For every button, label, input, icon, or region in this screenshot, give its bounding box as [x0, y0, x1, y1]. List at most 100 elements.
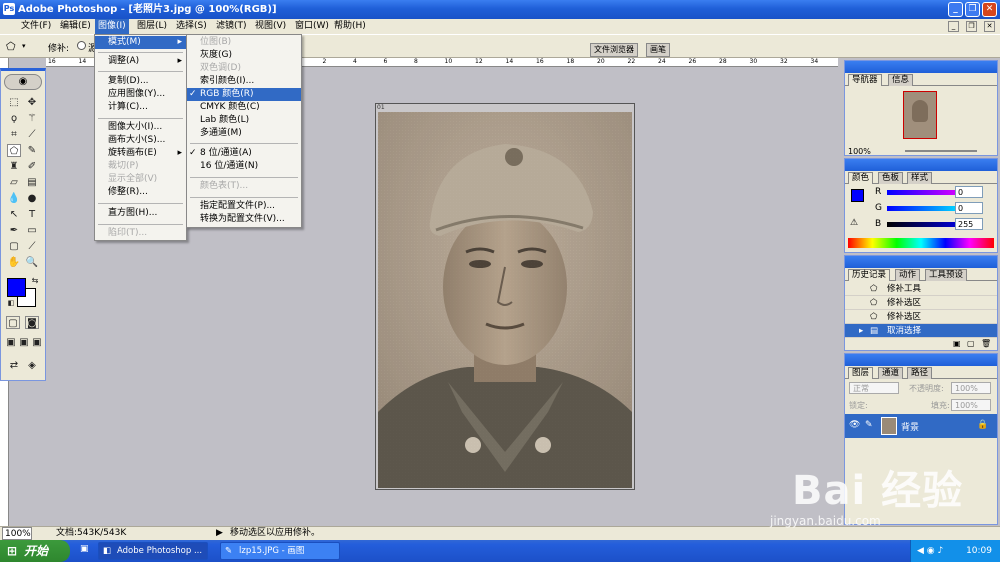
image-menu-item-trim[interactable]: 修整(R)...	[95, 186, 186, 199]
old-photo-image[interactable]	[378, 112, 632, 488]
patch-tool-icon[interactable]: ⬠	[6, 40, 16, 53]
history-item[interactable]: ⬠ 修补选区	[845, 310, 997, 324]
layer-row-background[interactable]: 👁 ✎ 背景 🔒	[845, 414, 997, 438]
mode-item-lab[interactable]: Lab 颜色(L)	[187, 114, 301, 127]
magic-wand-tool-icon[interactable]: ⚚	[25, 112, 39, 125]
blur-tool-icon[interactable]: 💧	[7, 192, 21, 205]
hand-tool-icon[interactable]: ✋	[7, 256, 21, 269]
mode-item-8bit[interactable]: ✓ 8 位/通道(A)	[187, 147, 301, 160]
image-menu-item-image-size[interactable]: 图像大小(I)...	[95, 121, 186, 134]
jump-to-imageready-icon[interactable]: ⇄	[7, 359, 21, 372]
color-spectrum-ramp[interactable]	[848, 238, 994, 248]
blue-value-field[interactable]: 255	[955, 218, 983, 230]
menu-window[interactable]: 窗口(W)	[292, 19, 332, 34]
image-menu-item-histogram[interactable]: 直方图(H)...	[95, 207, 186, 220]
tab-history[interactable]: 历史记录	[848, 269, 891, 281]
quickmask-mode-icon[interactable]: ◙	[25, 316, 39, 329]
tab-actions[interactable]: 动作	[895, 269, 921, 281]
eraser-tool-icon[interactable]: ▱	[7, 176, 21, 189]
fill-field[interactable]: 100%	[951, 399, 991, 411]
maximize-button[interactable]: ❐	[965, 2, 980, 17]
tab-info[interactable]: 信息	[888, 74, 914, 86]
tray-icons[interactable]: ◀ ◉ ♪	[917, 540, 943, 562]
imageready-icon[interactable]: ◈	[25, 359, 39, 372]
zoom-slider[interactable]	[905, 150, 977, 152]
tab-styles[interactable]: 样式	[907, 172, 933, 184]
type-tool-icon[interactable]: T	[25, 208, 39, 221]
mode-item-grayscale[interactable]: 灰度(G)	[187, 49, 301, 62]
tab-channels[interactable]: 通道	[878, 367, 904, 379]
pen-tool-icon[interactable]: ✒	[7, 224, 21, 237]
task-photoshop[interactable]: ◧ Adobe Photoshop ...	[98, 542, 208, 560]
image-menu-item-calculations[interactable]: 计算(C)...	[95, 101, 186, 114]
doc-restore-button[interactable]: ❐	[966, 21, 977, 32]
marquee-tool-icon[interactable]: ⬚	[7, 96, 21, 109]
eyedropper-tool-icon[interactable]: ⟋	[25, 240, 39, 253]
brush-tool-icon[interactable]: ✎	[25, 144, 39, 157]
shape-tool-icon[interactable]: ▭	[25, 224, 39, 237]
path-select-tool-icon[interactable]: ↖	[7, 208, 21, 221]
status-arrow-icon[interactable]: ▶	[216, 527, 223, 540]
mode-item-rgb[interactable]: ✓ RGB 颜色(R)	[187, 88, 301, 101]
blend-mode-select[interactable]: 正常	[849, 382, 899, 394]
tab-brushes[interactable]: 画笔	[646, 43, 670, 57]
navigator-zoom[interactable]: 100%	[848, 147, 871, 156]
tab-file-browser[interactable]: 文件浏览器	[590, 43, 638, 57]
history-item[interactable]: ⬠ 修补选区	[845, 296, 997, 310]
swap-colors-icon[interactable]: ⇆	[28, 274, 42, 287]
doc-close-button[interactable]: ✕	[984, 21, 995, 32]
mode-item-indexed[interactable]: 索引颜色(I)...	[187, 75, 301, 88]
menu-filter[interactable]: 滤镜(T)	[213, 19, 250, 34]
image-menu-item-apply-image[interactable]: 应用图像(Y)...	[95, 88, 186, 101]
dodge-tool-icon[interactable]: ●	[25, 192, 39, 205]
move-tool-icon[interactable]: ✥	[25, 96, 39, 109]
tab-color[interactable]: 颜色	[848, 172, 874, 184]
screen-mode-3-icon[interactable]: ▣	[30, 336, 44, 349]
mode-item-multichannel[interactable]: 多通道(M)	[187, 127, 301, 140]
image-menu-item-rotate-canvas[interactable]: 旋转画布(E) ▸	[95, 147, 186, 160]
green-value-field[interactable]: 0	[955, 202, 983, 214]
image-menu-item-adjust[interactable]: 调整(A) ▸	[95, 55, 186, 68]
patch-tool-icon[interactable]: ⬠	[7, 144, 21, 157]
tab-navigator[interactable]: 导航器	[848, 74, 882, 86]
stamp-tool-icon[interactable]: ♜	[7, 160, 21, 173]
new-document-icon[interactable]: ▣	[953, 339, 961, 348]
mode-item-cmyk[interactable]: CMYK 颜色(C)	[187, 101, 301, 114]
history-brush-icon[interactable]: ✐	[25, 160, 39, 173]
tab-layers[interactable]: 图层	[848, 367, 874, 379]
standard-mode-icon[interactable]: ▢	[6, 316, 20, 329]
task-paint[interactable]: ✎ lzp15.JPG - 画图	[220, 542, 340, 560]
status-zoom[interactable]: 100%	[2, 527, 32, 540]
opacity-field[interactable]: 100%	[951, 382, 991, 394]
lasso-tool-icon[interactable]: ϙ	[7, 112, 21, 125]
source-radio[interactable]	[77, 41, 86, 50]
zoom-tool-icon[interactable]: 🔍	[25, 256, 39, 269]
new-snapshot-icon[interactable]: ▢	[967, 339, 975, 348]
menu-file[interactable]: 文件(F)	[18, 19, 54, 34]
tab-tool-presets[interactable]: 工具预设	[925, 269, 968, 281]
menu-help[interactable]: 帮助(H)	[331, 19, 369, 34]
menu-image[interactable]: 图像(I)	[95, 19, 129, 34]
menu-edit[interactable]: 编辑(E)	[57, 19, 94, 34]
mode-item-convert-profile[interactable]: 转换为配置文件(V)...	[187, 213, 301, 226]
slice-tool-icon[interactable]: ⟋	[25, 128, 39, 141]
image-menu-item-mode[interactable]: 模式(M) ▸	[95, 36, 186, 49]
start-button[interactable]: ⊞ 开始	[0, 540, 70, 562]
doc-minimize-button[interactable]: _	[948, 21, 959, 32]
menu-select[interactable]: 选择(S)	[173, 19, 210, 34]
screen-mode-1-icon[interactable]: ▣	[4, 336, 18, 349]
red-value-field[interactable]: 0	[955, 186, 983, 198]
crop-tool-icon[interactable]: ⌗	[7, 128, 21, 141]
mode-item-16bit[interactable]: 16 位/通道(N)	[187, 160, 301, 173]
image-menu-item-duplicate[interactable]: 复制(D)...	[95, 75, 186, 88]
mode-item-assign-profile[interactable]: 指定配置文件(P)...	[187, 200, 301, 213]
notes-tool-icon[interactable]: ▢	[7, 240, 21, 253]
menu-view[interactable]: 视图(V)	[252, 19, 289, 34]
color-foreground-swatch[interactable]	[851, 189, 864, 202]
history-item[interactable]: ⬠ 修补工具	[845, 282, 997, 296]
screen-mode-2-icon[interactable]: ▣	[17, 336, 31, 349]
quick-launch-icon[interactable]: ▣	[80, 544, 89, 554]
close-button[interactable]: ✕	[982, 2, 997, 17]
eye-icon[interactable]: 👁	[849, 420, 860, 430]
navigator-thumbnail[interactable]	[903, 91, 937, 139]
